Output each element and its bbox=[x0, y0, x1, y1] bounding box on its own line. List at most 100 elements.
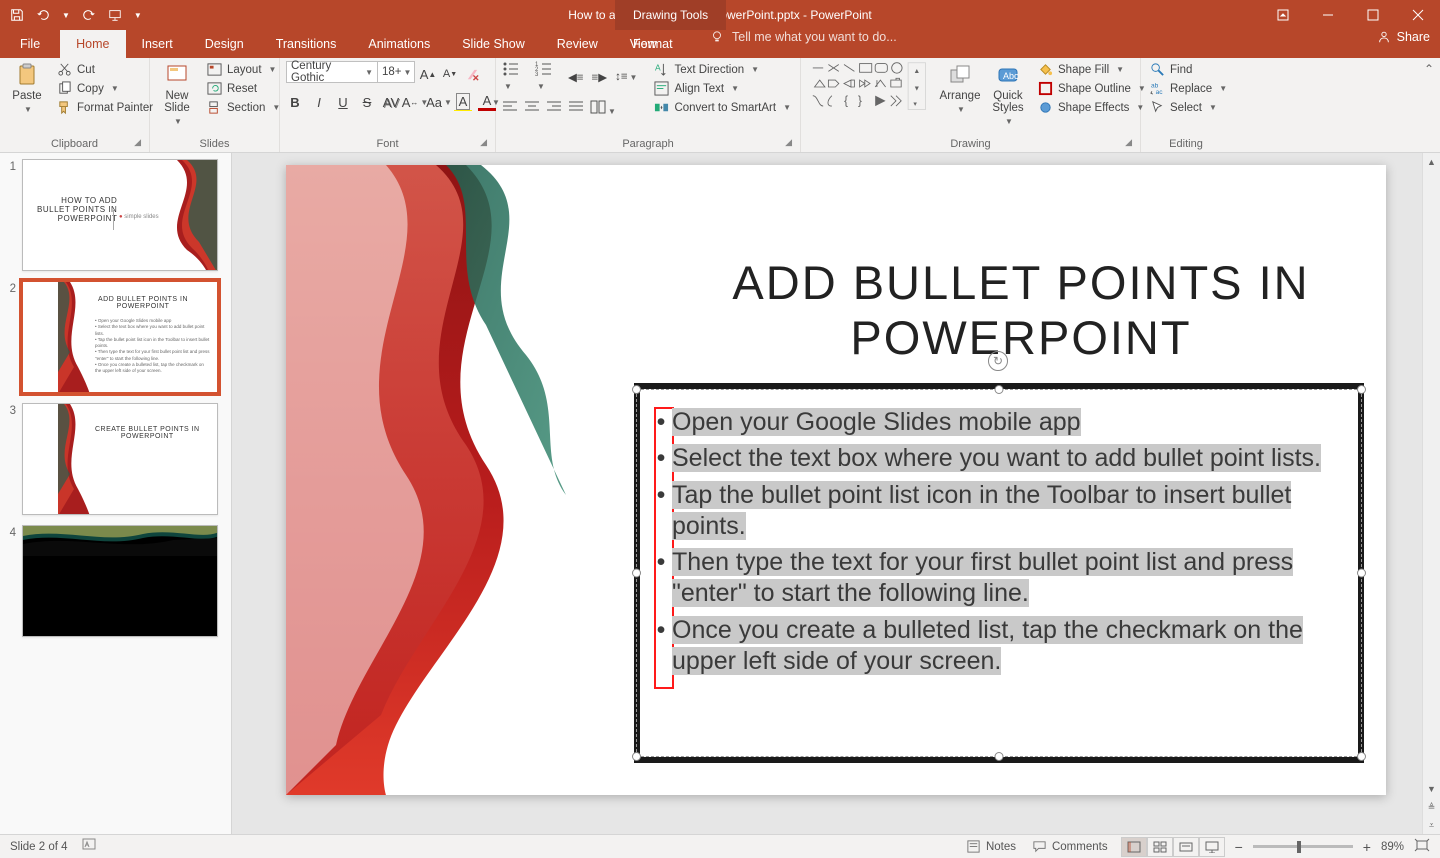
shape-gallery[interactable]: {} ▲▼▾ bbox=[807, 61, 933, 116]
resize-handle[interactable] bbox=[632, 569, 641, 578]
minimize-button[interactable] bbox=[1305, 0, 1350, 30]
tab-animations[interactable]: Animations bbox=[352, 30, 446, 58]
reading-view-button[interactable] bbox=[1173, 837, 1199, 857]
collapse-ribbon-icon[interactable]: ⌃ bbox=[1424, 62, 1434, 76]
font-dialog-launcher[interactable]: ◢ bbox=[480, 137, 487, 148]
char-spacing-button[interactable]: A↔▼ bbox=[406, 93, 424, 111]
comments-button[interactable]: Comments bbox=[1029, 838, 1111, 855]
slide-sorter-button[interactable] bbox=[1147, 837, 1173, 857]
slide-thumbnail-3[interactable]: CREATE BULLET POINTS IN POWERPOINT bbox=[22, 403, 218, 515]
slide-thumbnail-4[interactable] bbox=[22, 525, 218, 637]
tab-format[interactable]: Format bbox=[615, 30, 691, 58]
normal-view-button[interactable] bbox=[1121, 837, 1147, 857]
close-button[interactable] bbox=[1395, 0, 1440, 30]
shape-fill-button[interactable]: Shape Fill▼ bbox=[1035, 61, 1149, 78]
zoom-level[interactable]: 89% bbox=[1381, 841, 1404, 853]
undo-dropdown-icon[interactable]: ▼ bbox=[62, 11, 70, 20]
clipboard-dialog-launcher[interactable]: ◢ bbox=[134, 137, 141, 148]
increase-font-icon[interactable]: A▲ bbox=[419, 65, 437, 83]
quick-styles-button[interactable]: Abc Quick Styles▼ bbox=[987, 61, 1029, 128]
bullets-button[interactable]: ▼ bbox=[502, 61, 527, 92]
tab-slide-show[interactable]: Slide Show bbox=[446, 30, 541, 58]
bold-button[interactable]: B bbox=[286, 93, 304, 111]
convert-smartart-button[interactable]: Convert to SmartArt▼ bbox=[651, 99, 794, 116]
tab-review[interactable]: Review bbox=[541, 30, 614, 58]
line-spacing-icon[interactable]: ↕≡▼ bbox=[615, 71, 637, 83]
redo-icon[interactable] bbox=[82, 8, 96, 22]
drawing-dialog-launcher[interactable]: ◢ bbox=[1125, 137, 1132, 148]
zoom-out-button[interactable]: − bbox=[1235, 839, 1243, 855]
bullet-list[interactable]: •Open your Google Slides mobile app •Sel… bbox=[650, 407, 1348, 682]
slide-canvas-area[interactable]: ADD BULLET POINTS IN POWERPOINT •Open bbox=[232, 153, 1440, 834]
fit-to-window-button[interactable] bbox=[1414, 838, 1430, 855]
slideshow-view-button[interactable] bbox=[1199, 837, 1225, 857]
slide-thumbnail-1[interactable]: HOW TO ADD BULLET POINTS IN POWERPOINT ●… bbox=[22, 159, 218, 271]
shape-effects-button[interactable]: Shape Effects▼ bbox=[1035, 99, 1149, 116]
section-button[interactable]: Section▼ bbox=[204, 99, 283, 116]
spell-check-icon[interactable] bbox=[82, 838, 98, 855]
new-slide-button[interactable]: New Slide▼ bbox=[156, 61, 198, 128]
select-button[interactable]: Select▼ bbox=[1147, 99, 1230, 116]
tab-home[interactable]: Home bbox=[60, 30, 125, 58]
qat-customize-icon[interactable]: ▼ bbox=[134, 11, 142, 20]
change-case-button[interactable]: Aa▼ bbox=[430, 93, 448, 111]
resize-handle[interactable] bbox=[632, 752, 641, 761]
prev-slide-icon[interactable]: ≜ bbox=[1423, 798, 1440, 816]
replace-button[interactable]: abacReplace▼ bbox=[1147, 80, 1230, 97]
increase-indent-icon[interactable]: ≡▶ bbox=[592, 70, 608, 84]
format-painter-button[interactable]: Format Painter bbox=[54, 99, 156, 116]
zoom-slider[interactable] bbox=[1253, 845, 1353, 848]
resize-handle[interactable] bbox=[1357, 569, 1366, 578]
tab-design[interactable]: Design bbox=[189, 30, 260, 58]
tab-transitions[interactable]: Transitions bbox=[260, 30, 353, 58]
align-right-icon[interactable] bbox=[546, 100, 562, 117]
shape-outline-button[interactable]: Shape Outline▼ bbox=[1035, 80, 1149, 97]
reset-button[interactable]: Reset bbox=[204, 80, 283, 97]
resize-handle[interactable] bbox=[995, 752, 1004, 761]
find-button[interactable]: Find bbox=[1147, 61, 1230, 78]
italic-button[interactable]: I bbox=[310, 93, 328, 111]
numbering-button[interactable]: 123▼ bbox=[535, 61, 560, 92]
paste-button[interactable]: Paste▼ bbox=[6, 61, 48, 116]
resize-handle[interactable] bbox=[632, 385, 641, 394]
next-slide-icon[interactable]: ⩡ bbox=[1423, 816, 1440, 834]
tab-file[interactable]: File bbox=[0, 30, 60, 58]
font-size-combo[interactable]: 18+▼ bbox=[377, 61, 415, 83]
scroll-down-icon[interactable]: ▼ bbox=[1423, 780, 1440, 798]
columns-icon[interactable]: ▼ bbox=[590, 100, 616, 117]
arrange-button[interactable]: Arrange▼ bbox=[939, 61, 981, 116]
notes-button[interactable]: Notes bbox=[963, 838, 1019, 855]
decrease-indent-icon[interactable]: ◀≡ bbox=[568, 70, 584, 84]
shadow-button[interactable]: AV bbox=[382, 93, 400, 111]
font-highlight-button[interactable]: A bbox=[454, 93, 472, 111]
copy-button[interactable]: Copy▼ bbox=[54, 80, 156, 97]
undo-icon[interactable] bbox=[36, 8, 50, 22]
zoom-in-button[interactable]: + bbox=[1363, 839, 1371, 855]
content-text-box[interactable]: •Open your Google Slides mobile app •Sel… bbox=[634, 383, 1364, 763]
slide-thumbnail-panel[interactable]: 1 HOW TO ADD BULLET POINTS IN POWERPOINT… bbox=[0, 153, 232, 834]
underline-button[interactable]: U bbox=[334, 93, 352, 111]
font-color-button[interactable]: A▼ bbox=[478, 93, 496, 111]
resize-handle[interactable] bbox=[1357, 385, 1366, 394]
resize-handle[interactable] bbox=[995, 385, 1004, 394]
vertical-scrollbar[interactable]: ▲ ▼ ≜ ⩡ bbox=[1422, 153, 1440, 834]
layout-button[interactable]: Layout▼ bbox=[204, 61, 283, 78]
strike-button[interactable]: S bbox=[358, 93, 376, 111]
decrease-font-icon[interactable]: A▼ bbox=[441, 65, 459, 83]
tell-me-search[interactable] bbox=[710, 30, 932, 44]
share-button[interactable]: Share bbox=[1377, 30, 1430, 44]
ribbon-display-options-icon[interactable] bbox=[1260, 0, 1305, 30]
resize-handle[interactable] bbox=[1357, 752, 1366, 761]
paragraph-dialog-launcher[interactable]: ◢ bbox=[785, 137, 792, 148]
slide-counter[interactable]: Slide 2 of 4 bbox=[10, 841, 68, 853]
font-name-combo[interactable]: Century Gothic▼ bbox=[286, 61, 378, 83]
start-slideshow-icon[interactable] bbox=[108, 8, 122, 22]
text-direction-button[interactable]: AText Direction▼ bbox=[651, 61, 794, 78]
scroll-up-icon[interactable]: ▲ bbox=[1423, 153, 1440, 171]
maximize-button[interactable] bbox=[1350, 0, 1395, 30]
rotation-handle[interactable] bbox=[988, 351, 1008, 371]
slide-thumbnail-2[interactable]: ADD BULLET POINTS IN POWERPOINT • Open y… bbox=[22, 281, 218, 393]
tab-insert[interactable]: Insert bbox=[126, 30, 189, 58]
tell-me-input[interactable] bbox=[732, 30, 932, 44]
align-left-icon[interactable] bbox=[502, 100, 518, 117]
